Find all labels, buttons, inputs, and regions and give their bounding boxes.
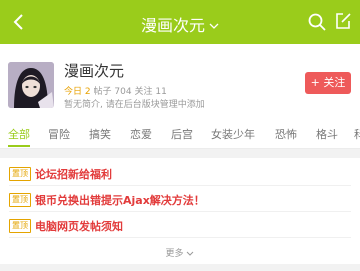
tab-fighting[interactable]: 格斗 bbox=[316, 126, 338, 142]
tab-horror[interactable]: 恐怖 bbox=[275, 126, 297, 142]
more-label: 更多 bbox=[165, 249, 184, 259]
sticky-badge: 置顶 bbox=[9, 167, 31, 181]
sticky-list: 置顶 论坛招新给福利 置顶 银币兑换出错提示Ajax解决方法！ 置顶 电脑网页发… bbox=[0, 158, 360, 264]
forum-info: 漫画次元 今日 2 帖子 704 关注 11 暂无简介, 请在后台版块管理中添加… bbox=[0, 44, 360, 120]
tab-all[interactable]: 全部 bbox=[8, 126, 30, 142]
chevron-down-icon bbox=[209, 23, 219, 29]
sticky-post[interactable]: 置顶 论坛招新给福利 bbox=[0, 162, 360, 186]
sticky-post[interactable]: 置顶 银币兑换出错提示Ajax解决方法！ bbox=[0, 188, 360, 212]
sticky-post[interactable]: 置顶 电脑网页发帖须知 bbox=[0, 214, 360, 238]
divider bbox=[9, 185, 351, 186]
today-count: 2 bbox=[84, 87, 91, 97]
forum-intro: 暂无简介, 请在后台版块管理中添加 bbox=[64, 100, 205, 110]
follows-label: 关注 bbox=[134, 87, 153, 97]
tab-scifi[interactable]: 科 bbox=[354, 126, 360, 142]
top-bar: 漫画次元 bbox=[0, 0, 360, 44]
tab-crossdress[interactable]: 女装少年 bbox=[211, 126, 255, 142]
active-tab-indicator bbox=[8, 145, 30, 147]
follows-count: 11 bbox=[155, 87, 167, 97]
sticky-badge: 置顶 bbox=[9, 193, 31, 207]
posts-count: 704 bbox=[114, 87, 132, 97]
sticky-badge: 置顶 bbox=[9, 219, 31, 233]
divider bbox=[9, 211, 351, 212]
forum-name: 漫画次元 bbox=[64, 62, 125, 80]
follow-button[interactable]: + 关注 bbox=[305, 72, 351, 94]
divider bbox=[9, 237, 351, 238]
post-title: 银币兑换出错提示Ajax解决方法！ bbox=[35, 194, 205, 207]
category-tabs: 全部 冒险 搞笑 恋爱 后宫 女装少年 恐怖 格斗 科 bbox=[0, 120, 360, 149]
post-title: 电脑网页发帖须知 bbox=[35, 220, 123, 233]
tab-romance[interactable]: 恋爱 bbox=[130, 126, 152, 142]
forum-switcher[interactable]: 漫画次元 bbox=[0, 12, 360, 36]
tab-adventure[interactable]: 冒险 bbox=[48, 126, 70, 142]
tab-harem[interactable]: 后宫 bbox=[171, 126, 193, 142]
more-button[interactable]: 更多 bbox=[0, 246, 360, 259]
page-title: 漫画次元 bbox=[140, 16, 205, 35]
posts-label: 帖子 bbox=[93, 87, 112, 97]
forum-stats: 今日 2 帖子 704 关注 11 bbox=[64, 84, 167, 97]
forum-avatar bbox=[8, 62, 54, 108]
chevron-down-icon bbox=[187, 251, 194, 256]
today-label: 今日 bbox=[64, 87, 83, 97]
search-icon[interactable] bbox=[307, 12, 327, 32]
edit-post-icon[interactable] bbox=[333, 11, 353, 31]
post-title: 论坛招新给福利 bbox=[35, 168, 112, 181]
tab-comedy[interactable]: 搞笑 bbox=[89, 126, 111, 142]
